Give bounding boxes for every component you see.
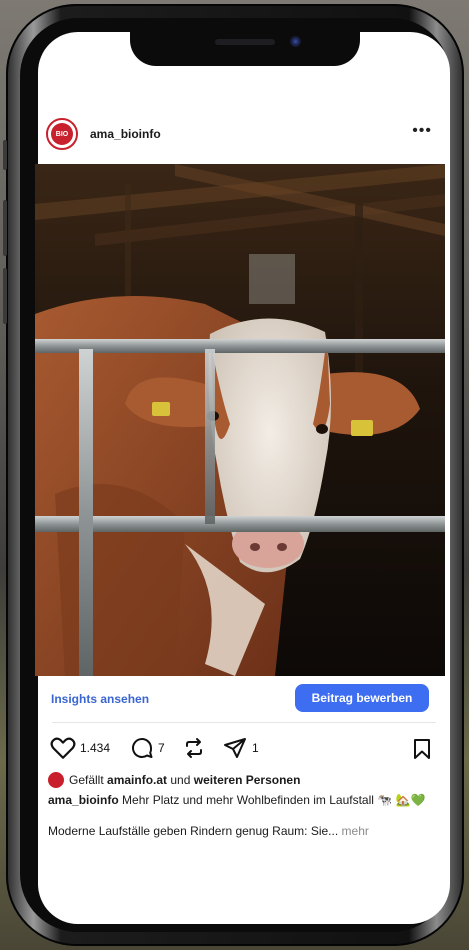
avatar-logo: BIO [51,123,73,145]
likes-others-link[interactable]: weiteren Personen [194,773,301,787]
caption: ama_bioinfo Mehr Platz und mehr Wohlbefi… [48,793,438,808]
promote-button[interactable]: Beitrag bewerben [295,684,429,712]
caption-more-link[interactable]: mehr [338,824,369,838]
comments-count: 7 [158,741,165,755]
volume-up-button [3,200,7,256]
likes-prefix: Gefällt [69,773,108,788]
front-camera [290,36,301,47]
post-header: BIO ama_bioinfo ••• [38,118,446,156]
send-icon[interactable] [222,736,248,760]
comment-action[interactable]: 7 [130,736,165,760]
comment-icon[interactable] [130,736,154,760]
side-button [3,140,7,170]
shares-count: 1 [252,741,259,755]
cow-photo-illustration [35,164,445,676]
caption-author[interactable]: ama_bioinfo [48,793,119,807]
insights-bar: Insights ansehen Beitrag bewerben [35,680,445,720]
action-row: 1.434 7 1 [38,734,442,764]
post-username[interactable]: ama_bioinfo [90,127,161,141]
likes-count: 1.434 [80,741,111,755]
caption-line-2: Moderne Laufställe geben Rindern genug R… [48,824,438,838]
repost-action[interactable] [182,736,206,760]
avatar[interactable]: BIO [46,118,78,150]
likes-mid: und [167,773,194,788]
insights-link[interactable]: Insights ansehen [51,692,149,706]
divider [52,722,436,723]
speaker [215,39,275,45]
likes-line: Gefällt amainfo.at und weiteren Personen [48,772,301,789]
repost-icon[interactable] [182,736,206,760]
bookmark-icon[interactable] [412,738,432,765]
liker-username[interactable]: amainfo.at [107,773,167,787]
caption-text: Mehr Platz und mehr Wohlbefinden im Lauf… [118,793,426,807]
notch [130,28,360,66]
more-horizontal-icon[interactable]: ••• [412,122,432,140]
volume-down-button [3,268,7,324]
like-action[interactable]: 1.434 [50,736,110,760]
share-action[interactable]: 1 [222,736,259,760]
post-photo[interactable] [35,164,445,676]
caption-text-2: Moderne Laufställe geben Rindern genug R… [48,824,339,838]
heart-icon[interactable] [50,736,76,760]
liker-avatar[interactable] [48,772,64,788]
